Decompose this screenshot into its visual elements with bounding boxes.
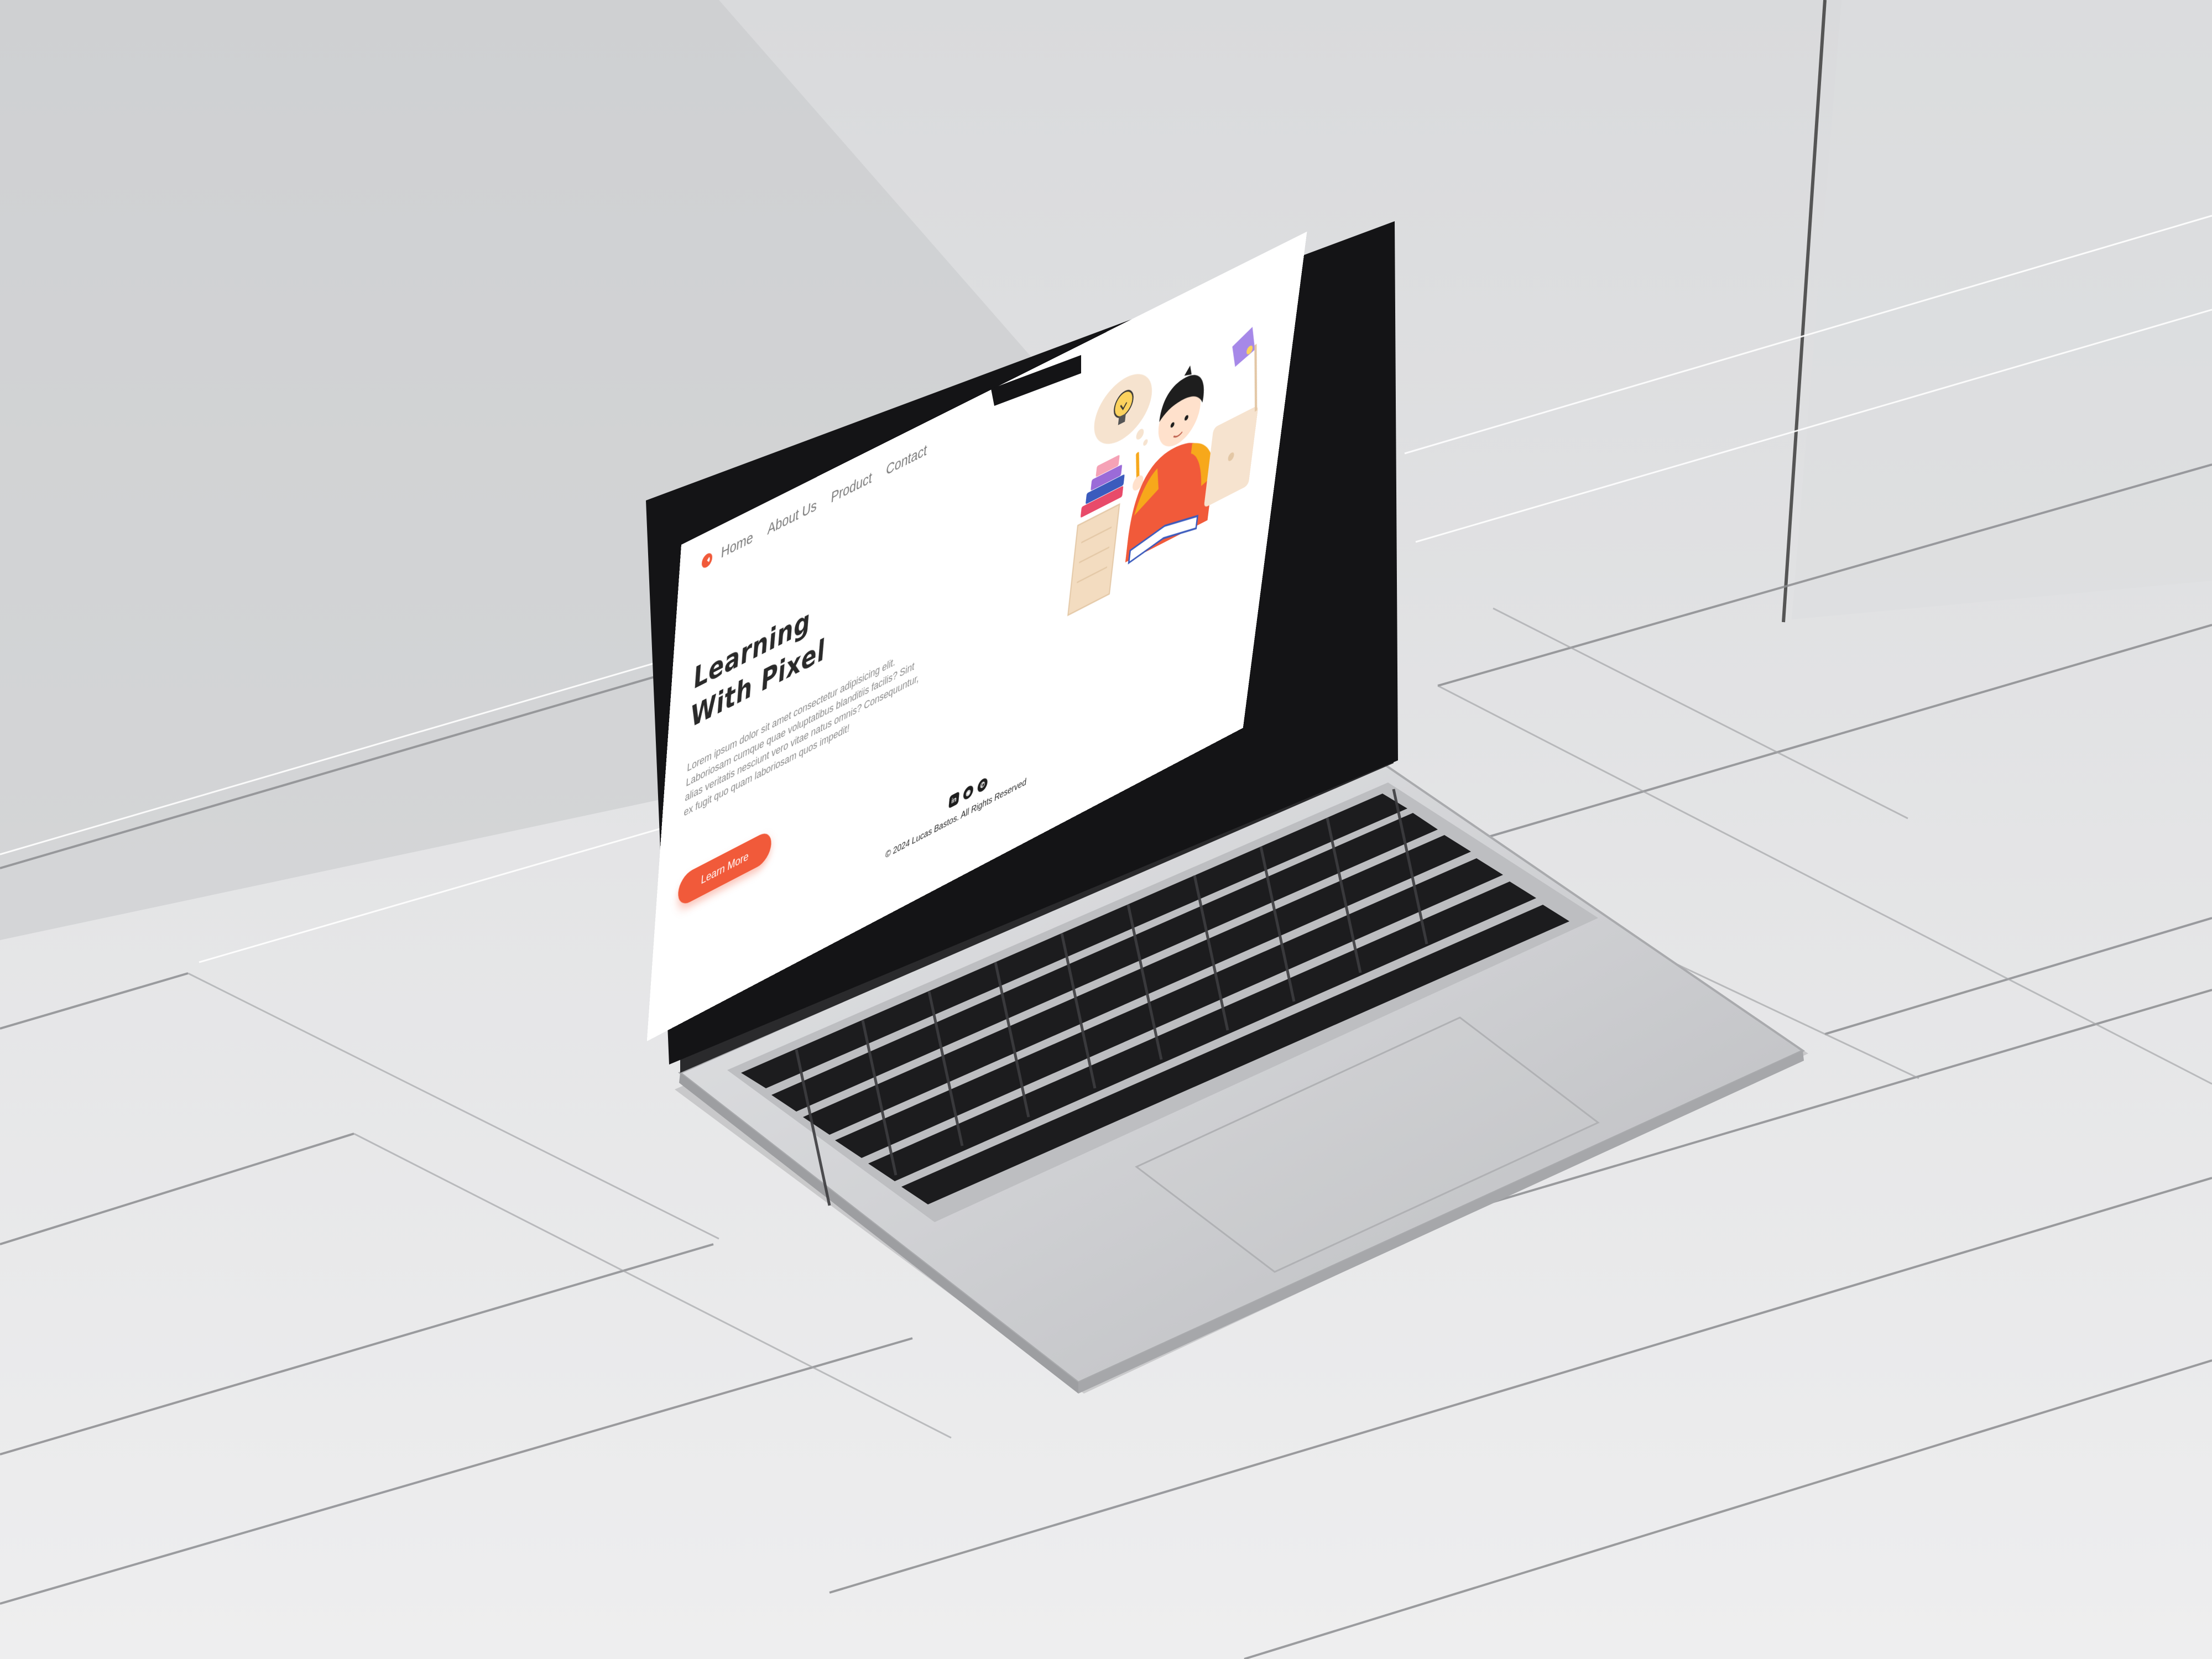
camera-notch (991, 355, 1081, 406)
mockup-scene: Home About Us Product Contact Learning W… (0, 0, 2212, 1659)
